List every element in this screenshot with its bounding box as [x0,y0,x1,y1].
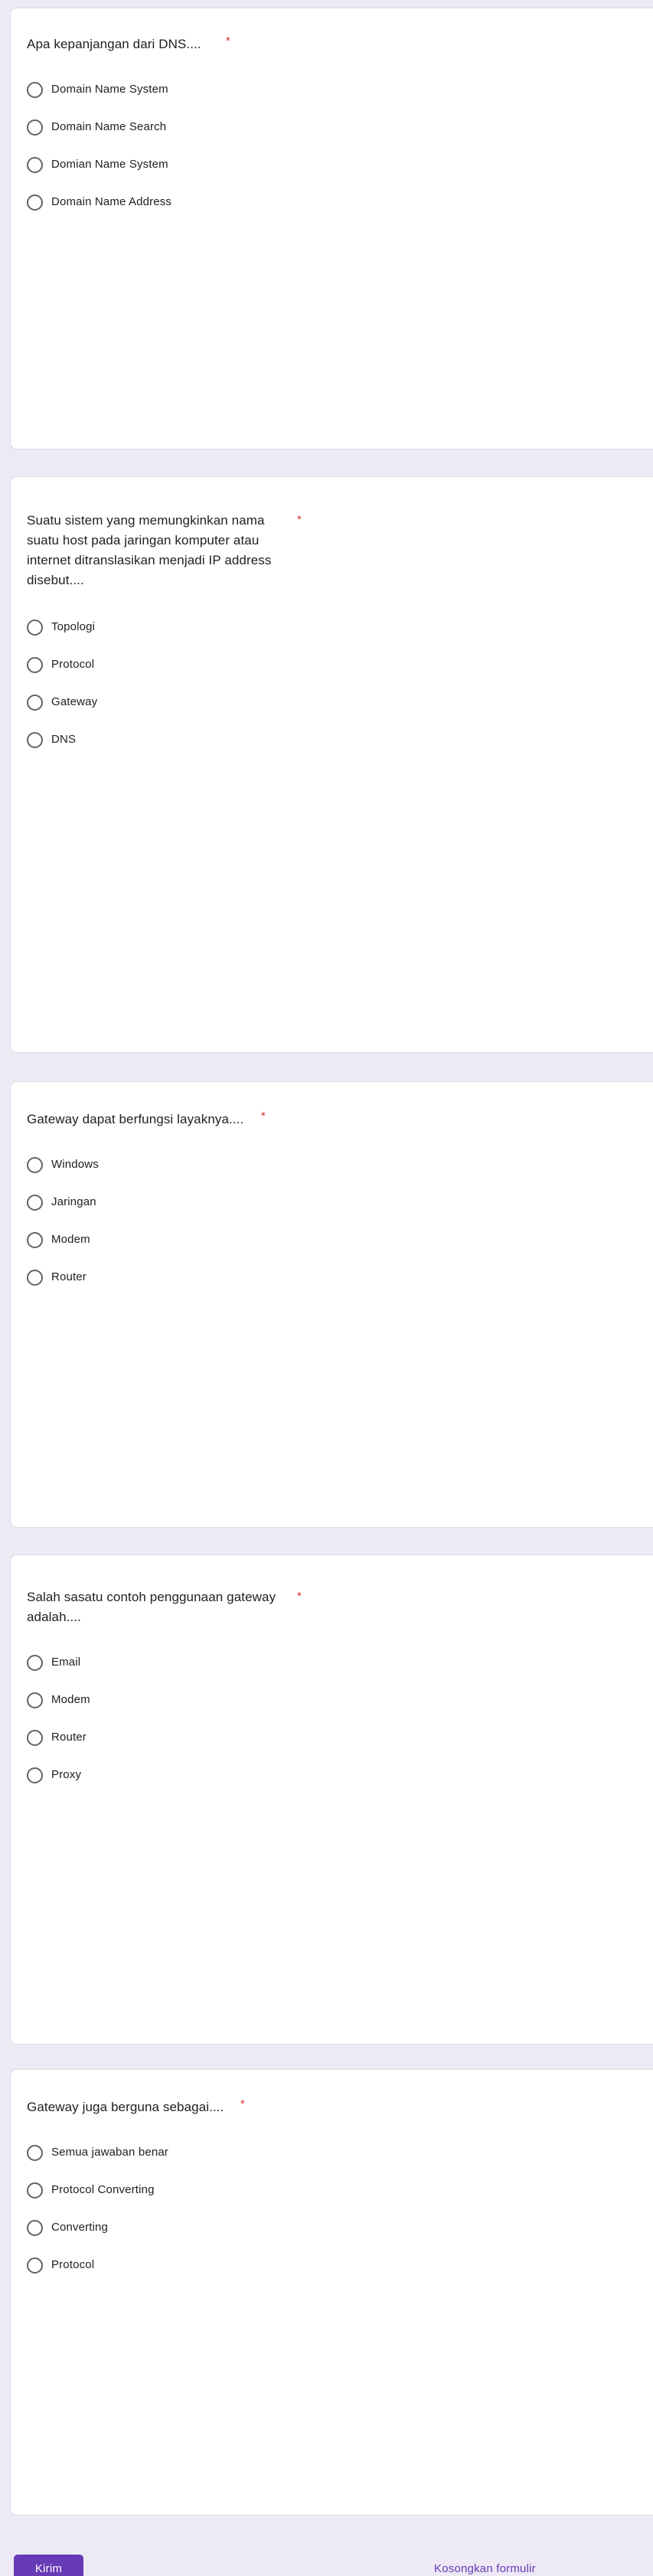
required-marker: * [240,2097,245,2110]
radio-icon[interactable] [27,156,43,173]
required-marker: * [297,1590,302,1603]
required-marker: * [261,1110,266,1123]
radio-icon[interactable] [27,1194,43,1211]
option-label: Domain Name Search [51,120,167,133]
question-card: Suatu sistem yang memungkinkan nama suat… [10,476,653,1053]
option-label: DNS [51,733,77,746]
option-label: Protocol [51,2258,95,2271]
option-label: Jaringan [51,1195,96,1208]
option-label: Router [51,1270,87,1283]
question-header: Gateway dapat berfungsi layaknya.... * [11,1082,653,1129]
option-row[interactable]: Modem [11,1229,653,1250]
options-group: Windows Jaringan Modem Router [11,1129,653,1314]
option-row[interactable]: Converting [11,2217,653,2238]
option-row[interactable]: Domain Name System [11,79,653,100]
question-card: Gateway juga berguna sebagai.... * Semua… [10,2069,653,2516]
option-row[interactable]: Topologi [11,616,653,638]
option-row[interactable]: DNS [11,729,653,750]
option-row[interactable]: Router [11,1727,653,1748]
option-row[interactable]: Protocol [11,2254,653,2276]
option-row[interactable]: Domian Name System [11,154,653,175]
radio-icon[interactable] [27,731,43,748]
option-row[interactable]: Jaringan [11,1192,653,1213]
option-label: Domian Name System [51,158,168,171]
clear-form-link[interactable]: Kosongkan formulir [434,2561,536,2576]
radio-icon[interactable] [27,194,43,211]
option-label: Semua jawaban benar [51,2146,168,2159]
question-title: Apa kepanjangan dari DNS.... [27,37,201,51]
option-label: Router [51,1731,87,1744]
option-label: Protocol [51,658,95,671]
radio-icon[interactable] [27,1767,43,1783]
option-label: Domain Name Address [51,195,172,208]
options-group: Email Modem Router Proxy [11,1627,653,1812]
required-marker: * [226,34,230,47]
radio-icon[interactable] [27,694,43,711]
option-row[interactable]: Windows [11,1154,653,1175]
radio-icon[interactable] [27,2219,43,2236]
submit-button[interactable]: Kirim [14,2555,83,2576]
option-label: Converting [51,2221,109,2234]
required-marker: * [297,513,302,526]
radio-icon[interactable] [27,1156,43,1173]
option-row[interactable]: Domain Name Search [11,116,653,138]
question-header: Salah sasatu contoh penggunaan gateway a… [11,1555,653,1627]
question-card: Apa kepanjangan dari DNS.... * Domain Na… [10,8,653,449]
radio-icon[interactable] [27,656,43,673]
option-row[interactable]: Modem [11,1689,653,1711]
options-group: Semua jawaban benar Protocol Converting … [11,2117,653,2302]
options-group: Domain Name System Domain Name Search Do… [11,54,653,239]
radio-icon[interactable] [27,1654,43,1671]
option-row[interactable]: Email [11,1652,653,1673]
radio-icon[interactable] [27,619,43,636]
option-row[interactable]: Protocol [11,654,653,675]
option-label: Modem [51,1233,90,1246]
option-row[interactable]: Proxy [11,1764,653,1786]
option-row[interactable]: Router [11,1267,653,1288]
question-header: Apa kepanjangan dari DNS.... * [11,8,653,54]
option-label: Email [51,1656,81,1669]
option-row[interactable]: Protocol Converting [11,2179,653,2201]
radio-icon[interactable] [27,81,43,98]
option-row[interactable]: Domain Name Address [11,191,653,213]
option-label: Topologi [51,620,96,633]
radio-icon[interactable] [27,1692,43,1708]
options-group: Topologi Protocol Gateway DNS [11,590,653,776]
question-header: Gateway juga berguna sebagai.... * [11,2070,653,2117]
radio-icon[interactable] [27,1231,43,1248]
option-row[interactable]: Semua jawaban benar [11,2142,653,2163]
question-title: Suatu sistem yang memungkinkan nama suat… [27,513,272,587]
question-title: Gateway juga berguna sebagai.... [27,2100,224,2114]
option-label: Modem [51,1693,90,1706]
option-label: Gateway [51,695,98,708]
radio-icon[interactable] [27,2257,43,2274]
radio-icon[interactable] [27,1269,43,1286]
option-label: Protocol Converting [51,2183,155,2196]
option-label: Proxy [51,1768,82,1781]
option-label: Domain Name System [51,83,168,96]
question-header: Suatu sistem yang memungkinkan nama suat… [11,477,653,590]
radio-icon[interactable] [27,119,43,136]
question-title: Gateway dapat berfungsi layaknya.... [27,1112,244,1126]
question-title: Salah sasatu contoh penggunaan gateway a… [27,1590,276,1624]
question-card: Gateway dapat berfungsi layaknya.... * W… [10,1081,653,1528]
radio-icon[interactable] [27,2182,43,2198]
form-page: Apa kepanjangan dari DNS.... * Domain Na… [0,0,653,2576]
question-card: Salah sasatu contoh penggunaan gateway a… [10,1554,653,2045]
form-actions: Kirim Kosongkan formulir [0,2555,653,2576]
option-row[interactable]: Gateway [11,691,653,713]
radio-icon[interactable] [27,1729,43,1746]
radio-icon[interactable] [27,2144,43,2161]
option-label: Windows [51,1158,99,1171]
